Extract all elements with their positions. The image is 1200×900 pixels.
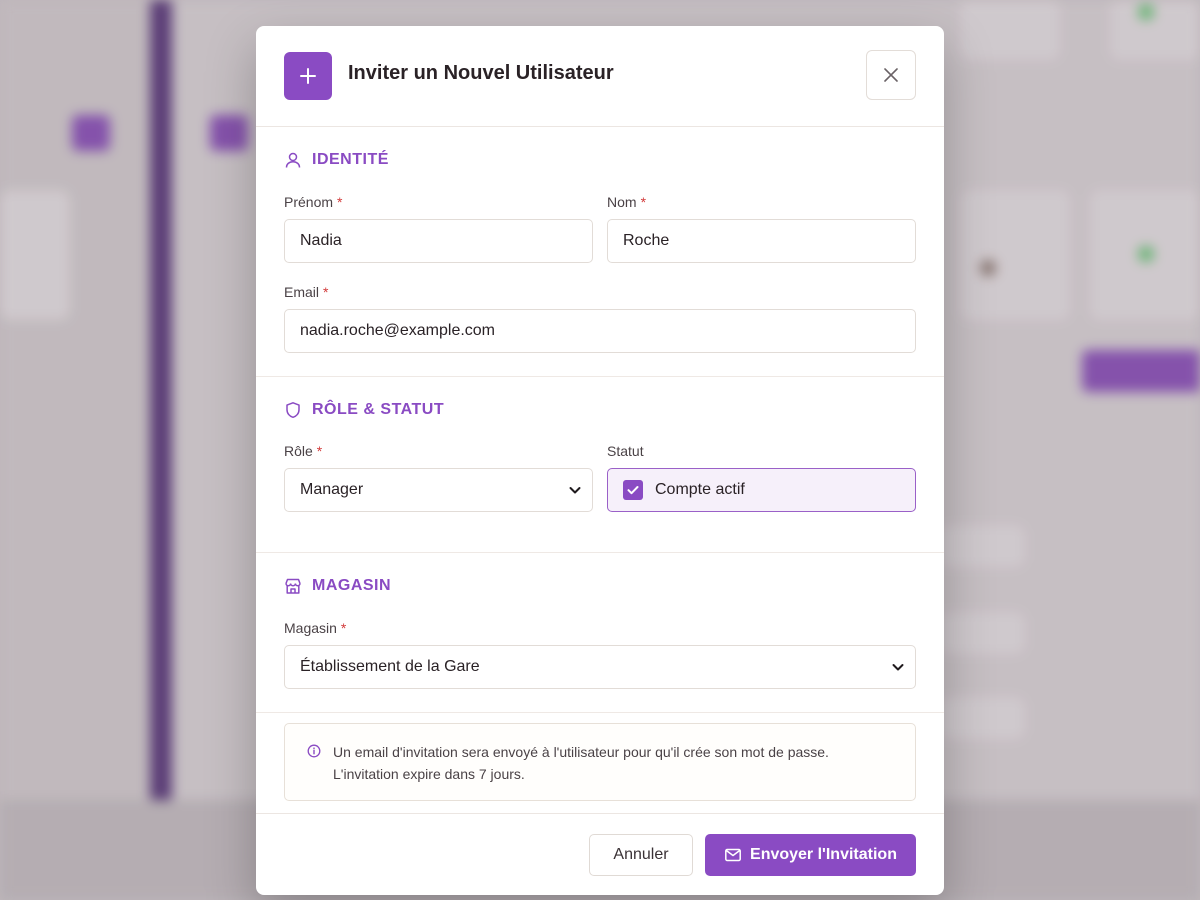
email-input[interactable]: nadia.roche@example.com [284,309,916,353]
identity-heading: IDENTITÉ [284,151,389,169]
user-icon [285,152,301,168]
send-invitation-label: Envoyer l'Invitation [750,846,897,863]
send-invitation-button[interactable]: Envoyer l'Invitation [705,834,916,876]
role-label-text: Rôle [284,443,313,459]
prenom-label: Prénom * [284,194,342,210]
role-status-heading: RÔLE & STATUT [284,401,444,419]
required-mark: * [340,620,347,636]
required-mark: * [640,194,647,210]
store-select[interactable]: Établissement de la Gare [284,645,916,689]
required-mark: * [337,194,343,210]
role-select[interactable]: Manager [284,468,593,512]
prenom-input[interactable]: Nadia [284,219,593,263]
store-icon [285,578,301,594]
email-label: Email * [284,284,328,300]
email-label-text: Email [284,284,320,300]
store-section: MAGASIN Magasin * Établissement de la Gar… [256,553,944,713]
chevron-down-icon [892,664,904,671]
required-mark: * [323,284,329,300]
store-label-text: Magasin [284,620,337,636]
role-status-heading-text: RÔLE & STATUT [312,401,445,418]
prenom-value: Nadia [300,232,342,249]
required-mark: * [316,443,323,459]
active-account-checkbox[interactable] [623,480,643,500]
info-line-1: Un email d'invitation sera envoyé à l'ut… [333,744,829,760]
modal-header: Inviter un Nouvel Utilisateur [256,26,944,127]
prenom-label-text: Prénom [284,194,334,210]
shield-icon [286,402,300,419]
chevron-down-icon [569,487,581,494]
info-text: Un email d'invitation sera envoyé à l'ut… [333,741,829,785]
store-heading-text: MAGASIN [312,577,392,594]
cancel-button[interactable]: Annuler [589,834,693,876]
mail-icon [725,848,741,862]
invite-user-modal: Inviter un Nouvel Utilisateur IDENTITÉ P… [256,26,944,895]
active-account-toggle[interactable]: Compte actif [607,468,916,512]
check-icon [627,486,639,495]
identity-heading-text: IDENTITÉ [312,151,389,168]
plus-icon [284,52,332,100]
nom-label-text: Nom [607,194,637,210]
invitation-info-notice: Un email d'invitation sera envoyé à l'ut… [284,723,916,801]
info-line-2: L'invitation expire dans 7 jours. [333,766,525,782]
email-value: nadia.roche@example.com [300,322,496,339]
modal-title: Inviter un Nouvel Utilisateur [348,62,614,84]
statut-label: Statut [607,443,644,459]
active-account-label: Compte actif [655,481,745,498]
close-icon [884,68,898,82]
role-value: Manager [300,481,364,498]
role-label: Rôle * [284,443,322,459]
nom-value: Roche [623,232,670,249]
nom-input[interactable]: Roche [607,219,916,263]
nom-label: Nom * [607,194,646,210]
close-button[interactable] [866,50,916,100]
store-value: Établissement de la Gare [300,658,480,675]
store-label: Magasin * [284,620,346,636]
role-status-section: RÔLE & STATUT Rôle * Manager Statut Compt… [256,377,944,553]
info-icon [307,744,321,758]
identity-section: IDENTITÉ Prénom * Nadia Nom * Roche Email *… [256,127,944,377]
modal-footer: Annuler Envoyer l'Invitation [256,813,944,895]
store-heading: MAGASIN [284,577,391,595]
